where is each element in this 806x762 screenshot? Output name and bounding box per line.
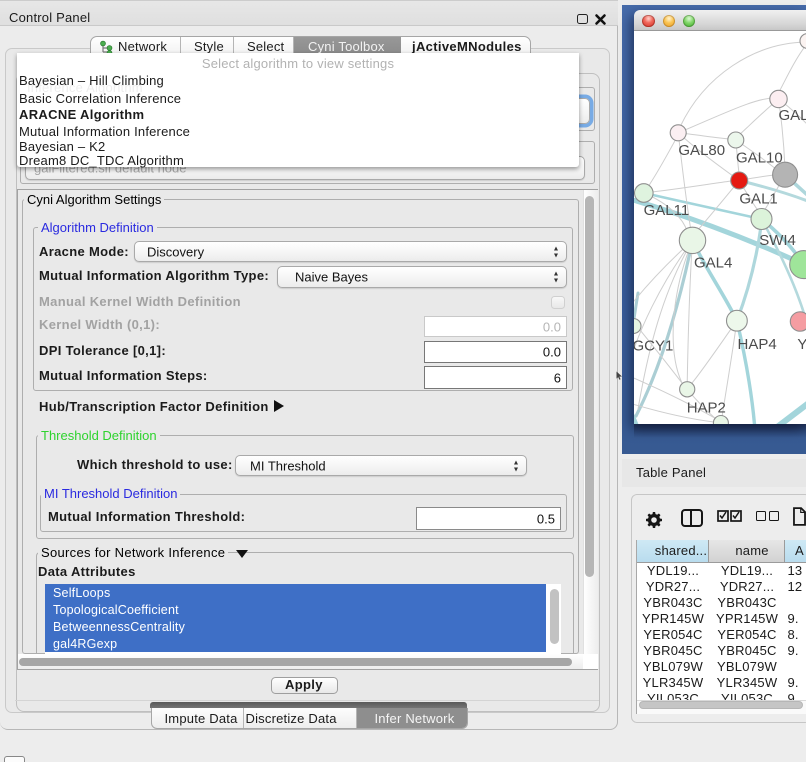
svg-text:GAL1: GAL1 [739, 190, 777, 207]
svg-text:HAP2: HAP2 [687, 399, 726, 416]
svg-text:GAL80: GAL80 [678, 142, 725, 159]
svg-text:HAP4: HAP4 [738, 336, 777, 353]
svg-text:GAL11: GAL11 [644, 202, 690, 219]
svg-text:GAL10: GAL10 [736, 150, 783, 167]
svg-text:GAL2: GAL2 [779, 107, 806, 124]
svg-text:GCY1: GCY1 [634, 338, 673, 355]
svg-text:Y: Y [797, 336, 806, 353]
svg-text:GAL4: GAL4 [694, 255, 732, 272]
svg-text:SWI4: SWI4 [759, 232, 796, 249]
